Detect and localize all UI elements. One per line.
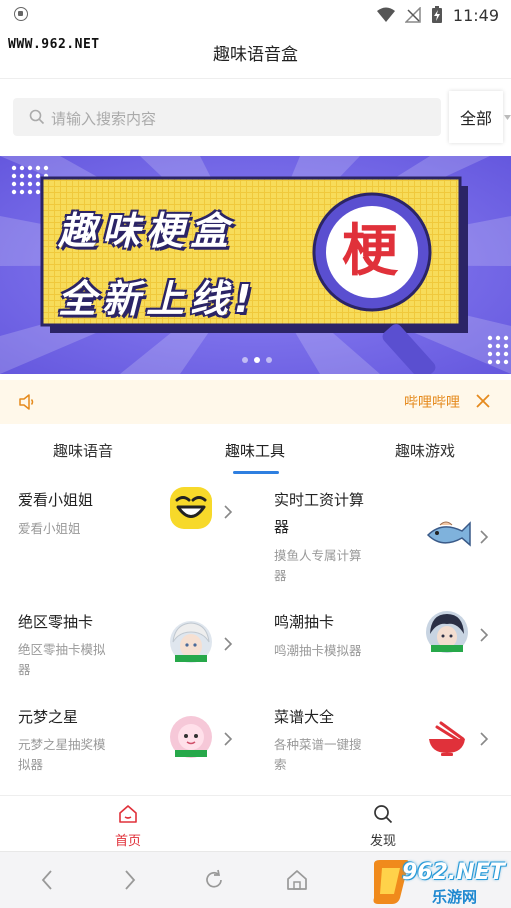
item-desc-line2: 索 [274,757,287,772]
bowl-chopsticks-icon [429,721,465,756]
battery-charging-icon [431,6,442,23]
status-bar: 11:49 [0,0,511,30]
filter-label: 全部 [459,109,492,128]
banner-headline-2: 全新上线! [58,277,258,321]
item-desc-line1: 绝区零抽卡模拟 [18,642,106,657]
laughing-face-icon [170,487,212,529]
item-desc-line1: 摸鱼人专属计算 [274,548,362,563]
chevron-right-icon [224,637,233,651]
list-item[interactable]: 实时工资计算 器 摸鱼人专属计算 器 [274,488,511,598]
item-title-line2: 器 [274,518,290,536]
speaker-icon [19,394,34,410]
wifi-icon [376,7,395,22]
no-signal-icon [404,7,421,23]
tab-fun-tools[interactable]: 趣味工具 [225,440,285,461]
divider [0,78,511,79]
item-desc: 爱看小姐姐 [18,521,81,536]
nav-home[interactable]: 首页 [103,804,153,849]
clock: 11:49 [452,5,499,25]
bottom-navigation: 首页 发现 [0,795,511,851]
category-filter-dropdown[interactable]: 全部 [449,91,503,143]
brand-logo: 962.NET 乐游网 [370,858,510,906]
nav-home-label: 首页 [114,834,141,849]
item-desc-line2: 拟器 [18,757,44,772]
chevron-right-icon [480,628,489,642]
list-item[interactable]: 菜谱大全 各种菜谱一键搜 索 [274,705,511,790]
brand-logo-subtext: 乐游网 [432,888,478,906]
banner-badge-text: 梗 [342,219,398,284]
forward-icon[interactable] [123,869,137,891]
home-icon [119,805,137,823]
item-desc: 鸣潮抽卡模拟器 [274,643,362,658]
tab-fun-voice[interactable]: 趣味语音 [53,440,113,461]
chevron-right-icon [224,505,233,519]
item-title-line1: 实时工资计算 [274,491,365,509]
anime-girl-avatar-icon [170,621,212,663]
item-title: 绝区零抽卡 [18,613,94,631]
close-icon[interactable] [476,394,490,408]
shield-notification-icon [14,7,28,21]
back-icon[interactable] [40,869,54,891]
list-item[interactable]: 绝区零抽卡 绝区零抽卡模拟 器 [18,610,258,700]
status-icons: 11:49 [376,4,499,26]
search-icon [374,805,393,824]
list-item[interactable]: 元梦之星 元梦之星抽奖模 拟器 [18,705,258,790]
item-desc-line1: 各种菜谱一键搜 [274,737,362,752]
chevron-right-icon [480,732,489,746]
fish-icon [426,521,471,547]
list-item[interactable]: 鸣潮抽卡 鸣潮抽卡模拟器 [274,610,511,700]
notice-text[interactable]: 哔哩哔哩 [404,392,460,412]
banner-pagination [242,357,272,363]
refresh-icon[interactable] [203,869,225,891]
item-desc-line2: 器 [18,662,31,677]
category-tabs: 趣味语音 趣味工具 趣味游戏 [0,428,511,474]
item-desc-line1: 元梦之星抽奖模 [18,737,106,752]
home-page-icon[interactable] [286,869,308,891]
search-icon [29,109,45,125]
pagination-dot[interactable] [242,357,248,363]
anime-boy-avatar-icon [426,611,468,653]
dropdown-arrow-icon [504,115,511,120]
search-input[interactable]: 请输入搜索内容 [13,98,441,136]
search-placeholder: 请输入搜索内容 [51,110,157,128]
item-title: 鸣潮抽卡 [274,613,335,631]
list-item[interactable]: 爱看小姐姐 爱看小姐姐 [18,487,258,598]
item-title: 菜谱大全 [274,708,335,726]
promo-banner[interactable]: 趣味梗盒 全新上线! 梗 [0,156,511,374]
pagination-dot[interactable] [266,357,272,363]
item-title: 爱看小姐姐 [18,491,94,509]
notice-bar[interactable]: 哔哩哔哩 [0,380,511,424]
item-desc-line2: 器 [274,568,287,583]
chevron-right-icon [480,530,489,544]
banner-headline-1: 趣味梗盒 [58,209,235,253]
nav-discover-label: 发现 [369,834,396,849]
banner-artwork [0,156,511,374]
cartoon-character-icon [170,716,212,758]
nav-discover[interactable]: 发现 [358,804,408,849]
page-title: 趣味语音盒 [213,45,298,65]
chevron-right-icon [224,732,233,746]
pagination-dot-active[interactable] [254,357,260,363]
tab-fun-games[interactable]: 趣味游戏 [395,440,455,461]
item-title: 元梦之星 [18,708,79,726]
brand-logo-text: 962.NET [402,860,505,885]
active-tab-indicator [233,471,279,474]
